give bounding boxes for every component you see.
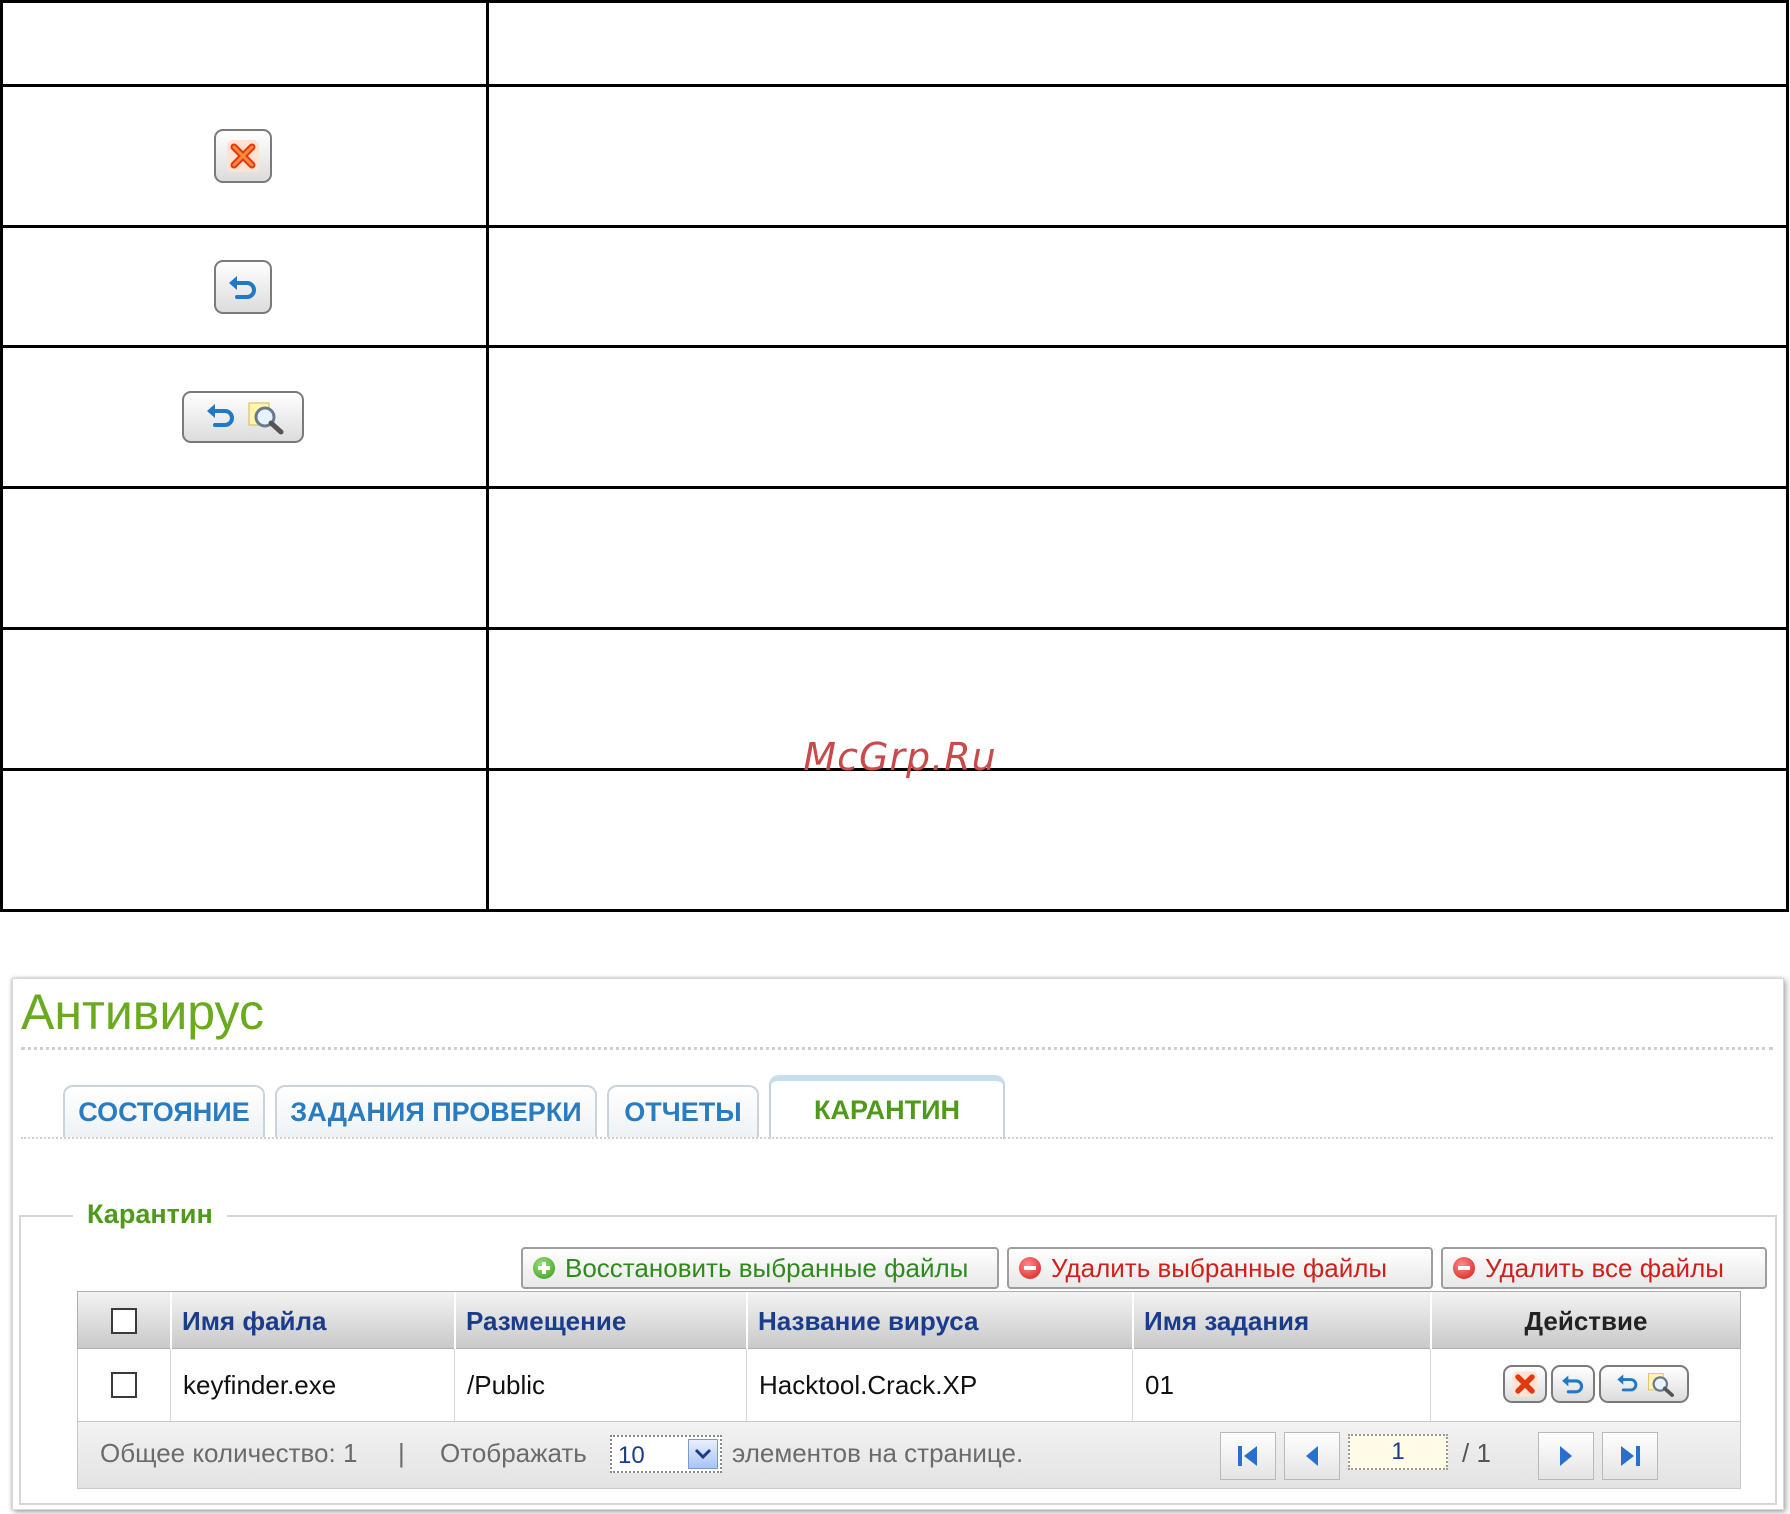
header-location[interactable]: Размещение [454, 1292, 746, 1350]
total-pages: / 1 [1462, 1438, 1491, 1468]
table-row-divider [0, 627, 1788, 630]
next-page-button[interactable] [1538, 1432, 1594, 1480]
per-page-value: 10 [618, 1442, 645, 1469]
restore-icon [214, 259, 272, 314]
select-all-cell [78, 1292, 170, 1350]
title-divider [21, 1047, 1773, 1050]
delete-all-button[interactable]: Удалить все файлы [1441, 1247, 1767, 1289]
table-border-top [0, 0, 1788, 3]
footer-separator: | [398, 1438, 405, 1468]
row-restore-scan-button[interactable] [1599, 1365, 1689, 1403]
first-page-button[interactable] [1220, 1432, 1276, 1480]
cell-restore-scan-icon [0, 348, 486, 486]
row-select-cell [78, 1349, 170, 1421]
row-delete-button[interactable] [1503, 1365, 1547, 1403]
cell-location: /Public [454, 1349, 746, 1421]
table-header: Имя файла Размещение Название вируса Имя… [77, 1291, 1741, 1350]
tab-scan-tasks[interactable]: ЗАДАНИЯ ПРОВЕРКИ [275, 1085, 597, 1137]
table-row-divider [0, 486, 1788, 489]
cell-virus-name: Hacktool.Crack.XP [746, 1349, 1132, 1421]
per-page-select[interactable]: 10 [610, 1435, 722, 1473]
cell-file-name: keyfinder.exe [170, 1349, 454, 1421]
remove-icon [1019, 1257, 1041, 1279]
table-row: keyfinder.exe /Public Hacktool.Crack.XP … [77, 1349, 1741, 1421]
row-checkbox[interactable] [111, 1372, 137, 1398]
restore-scan-icon [182, 391, 304, 443]
header-task-name[interactable]: Имя задания [1132, 1292, 1430, 1350]
prev-page-button[interactable] [1284, 1432, 1340, 1480]
antivirus-panel: Антивирус СОСТОЯНИЕ ЗАДАНИЯ ПРОВЕРКИ ОТЧ… [12, 978, 1784, 1510]
delete-selected-button[interactable]: Удалить выбранные файлы [1007, 1247, 1433, 1289]
cell-actions [1430, 1349, 1742, 1421]
prev-page-icon [1306, 1446, 1318, 1466]
delete-all-label: Удалить все файлы [1485, 1252, 1724, 1283]
tab-reports[interactable]: ОТЧЕТЫ [607, 1085, 759, 1137]
delete-selected-label: Удалить выбранные файлы [1051, 1252, 1388, 1283]
table-border-bottom [0, 909, 1788, 912]
tab-status[interactable]: СОСТОЯНИЕ [63, 1085, 265, 1137]
add-icon [533, 1257, 555, 1279]
restore-selected-button[interactable]: Восстановить выбранные файлы [521, 1247, 999, 1289]
page-title: Антивирус [21, 984, 264, 1040]
total-count: Общее количество: 1 [100, 1438, 358, 1468]
header-action: Действие [1430, 1292, 1740, 1350]
header-virus-name[interactable]: Название вируса [746, 1292, 1132, 1350]
row-restore-button[interactable] [1551, 1365, 1595, 1403]
page-number-input[interactable]: 1 [1348, 1434, 1448, 1470]
delete-icon [214, 129, 272, 183]
header-file-name[interactable]: Имя файла [170, 1292, 454, 1350]
select-all-checkbox[interactable] [111, 1308, 137, 1334]
last-page-button[interactable] [1602, 1432, 1658, 1480]
tabs-divider [21, 1137, 1773, 1139]
remove-icon [1453, 1257, 1475, 1279]
show-label: Отображать [440, 1438, 587, 1468]
table-column-divider [486, 0, 489, 912]
table-footer: Общее количество: 1 | Отображать 10 элем… [77, 1421, 1741, 1489]
table-border-right [1786, 0, 1789, 912]
chevron-down-icon[interactable] [688, 1439, 718, 1469]
cell-restore-icon [0, 228, 486, 345]
section-title: Карантин [73, 1199, 227, 1230]
tab-quarantine[interactable]: КАРАНТИН [769, 1075, 1005, 1139]
per-page-suffix: элементов на странице. [732, 1438, 1024, 1468]
last-page-icon [1621, 1446, 1640, 1466]
next-page-icon [1560, 1446, 1572, 1466]
watermark-text: McGrp.Ru [803, 735, 997, 779]
first-page-icon [1238, 1446, 1257, 1466]
cell-delete-icon [0, 87, 486, 225]
cell-task-name: 01 [1132, 1349, 1430, 1421]
restore-selected-label: Восстановить выбранные файлы [565, 1252, 969, 1283]
